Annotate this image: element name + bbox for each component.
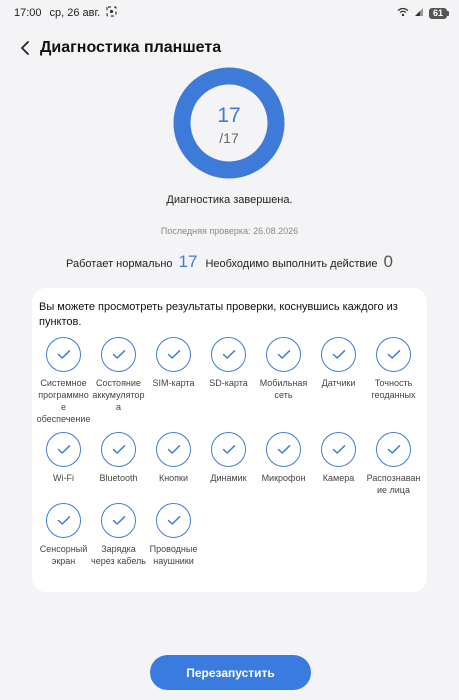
check-circle-icon[interactable] <box>376 337 411 372</box>
chevron-left-icon <box>21 41 29 55</box>
ok-count: 17 <box>178 252 198 271</box>
action-label: Необходимо выполнить действие <box>205 258 378 270</box>
passed-count: 17 <box>217 104 241 127</box>
test-item-label: Мобильная сеть <box>259 378 308 400</box>
status-date: ср, 26 авг. <box>49 7 101 19</box>
test-item[interactable]: SIM-карта <box>146 337 201 425</box>
screenshot-icon <box>106 6 117 20</box>
signal-icon <box>414 7 424 20</box>
test-item[interactable]: Распознавание лица <box>366 432 421 496</box>
test-item-label: Точность геоданных <box>371 378 416 400</box>
test-item[interactable]: Проводные наушники <box>146 503 201 567</box>
test-item-label: SD-карта <box>209 378 248 388</box>
results-card: Вы можете просмотреть результаты проверк… <box>32 288 427 592</box>
test-item-label: Bluetooth <box>99 473 138 483</box>
test-item[interactable]: Датчики <box>311 337 366 425</box>
battery-indicator: 61 <box>429 7 449 19</box>
check-circle-icon[interactable] <box>211 432 246 467</box>
check-circle-icon[interactable] <box>321 432 356 467</box>
test-item-label: Wi-Fi <box>53 473 74 483</box>
test-item[interactable]: Микрофон <box>256 432 311 496</box>
ok-label: Работает нормально <box>66 258 173 270</box>
test-item-label: Системное программное обеспечение <box>36 378 91 424</box>
diagnostic-status: Диагностика завершена. <box>166 194 293 206</box>
check-circle-icon[interactable] <box>266 432 301 467</box>
results-grid: Системное программное обеспечение Состоян… <box>36 337 426 567</box>
check-circle-icon[interactable] <box>156 337 191 372</box>
check-circle-icon[interactable] <box>266 337 301 372</box>
test-item-label: Датчики <box>321 378 356 388</box>
status-bar: 17:00 ср, 26 авг. 61 <box>0 0 459 26</box>
test-item-label: Камера <box>322 473 355 483</box>
restart-button[interactable]: Перезапустить <box>150 655 311 690</box>
test-item-label: Сенсорный экран <box>39 544 88 566</box>
check-circle-icon[interactable] <box>101 432 136 467</box>
test-item-label: Состояние аккумулятора <box>92 378 145 412</box>
test-item[interactable]: Bluetooth <box>91 432 146 496</box>
test-item-label: Проводные наушники <box>149 544 198 566</box>
test-item[interactable]: Камера <box>311 432 366 496</box>
check-circle-icon[interactable] <box>211 337 246 372</box>
check-circle-icon[interactable] <box>101 503 136 538</box>
test-item-label: Зарядка через кабель <box>91 544 146 566</box>
test-item[interactable]: Сенсорный экран <box>36 503 91 567</box>
test-item-label: Динамик <box>210 473 247 483</box>
last-check-date: Последняя проверка: 26.08.2026 <box>160 226 299 236</box>
test-item[interactable]: Системное программное обеспечение <box>36 337 91 425</box>
action-count: 0 <box>383 252 393 271</box>
test-item[interactable]: Состояние аккумулятора <box>91 337 146 425</box>
test-item-label: Распознавание лица <box>366 473 421 495</box>
test-item[interactable]: Кнопки <box>146 432 201 496</box>
progress-ring: 17 /17 <box>173 67 285 179</box>
card-description: Вы можете просмотреть результаты проверк… <box>39 301 398 328</box>
header: Диагностика планшета <box>0 34 459 62</box>
test-item[interactable]: Мобильная сеть <box>256 337 311 425</box>
back-button[interactable] <box>16 39 34 57</box>
check-circle-icon[interactable] <box>46 337 81 372</box>
test-item[interactable]: Динамик <box>201 432 256 496</box>
test-item[interactable]: SD-карта <box>201 337 256 425</box>
check-circle-icon[interactable] <box>376 432 411 467</box>
check-circle-icon[interactable] <box>156 503 191 538</box>
summary-row: Работает нормально 17 Необходимо выполни… <box>0 252 459 272</box>
page-title: Диагностика планшета <box>40 39 222 56</box>
check-circle-icon[interactable] <box>46 503 81 538</box>
check-circle-icon[interactable] <box>156 432 191 467</box>
check-circle-icon[interactable] <box>46 432 81 467</box>
test-item-label: SIM-карта <box>152 378 195 388</box>
test-item-label: Микрофон <box>261 473 306 483</box>
total-count: /17 <box>219 130 239 146</box>
test-item[interactable]: Wi-Fi <box>36 432 91 496</box>
check-circle-icon[interactable] <box>321 337 356 372</box>
test-item[interactable]: Точность геоданных <box>366 337 421 425</box>
test-item[interactable]: Зарядка через кабель <box>91 503 146 567</box>
check-circle-icon[interactable] <box>101 337 136 372</box>
test-item-label: Кнопки <box>158 473 189 483</box>
wifi-icon <box>397 7 409 20</box>
status-time: 17:00 <box>14 7 42 19</box>
